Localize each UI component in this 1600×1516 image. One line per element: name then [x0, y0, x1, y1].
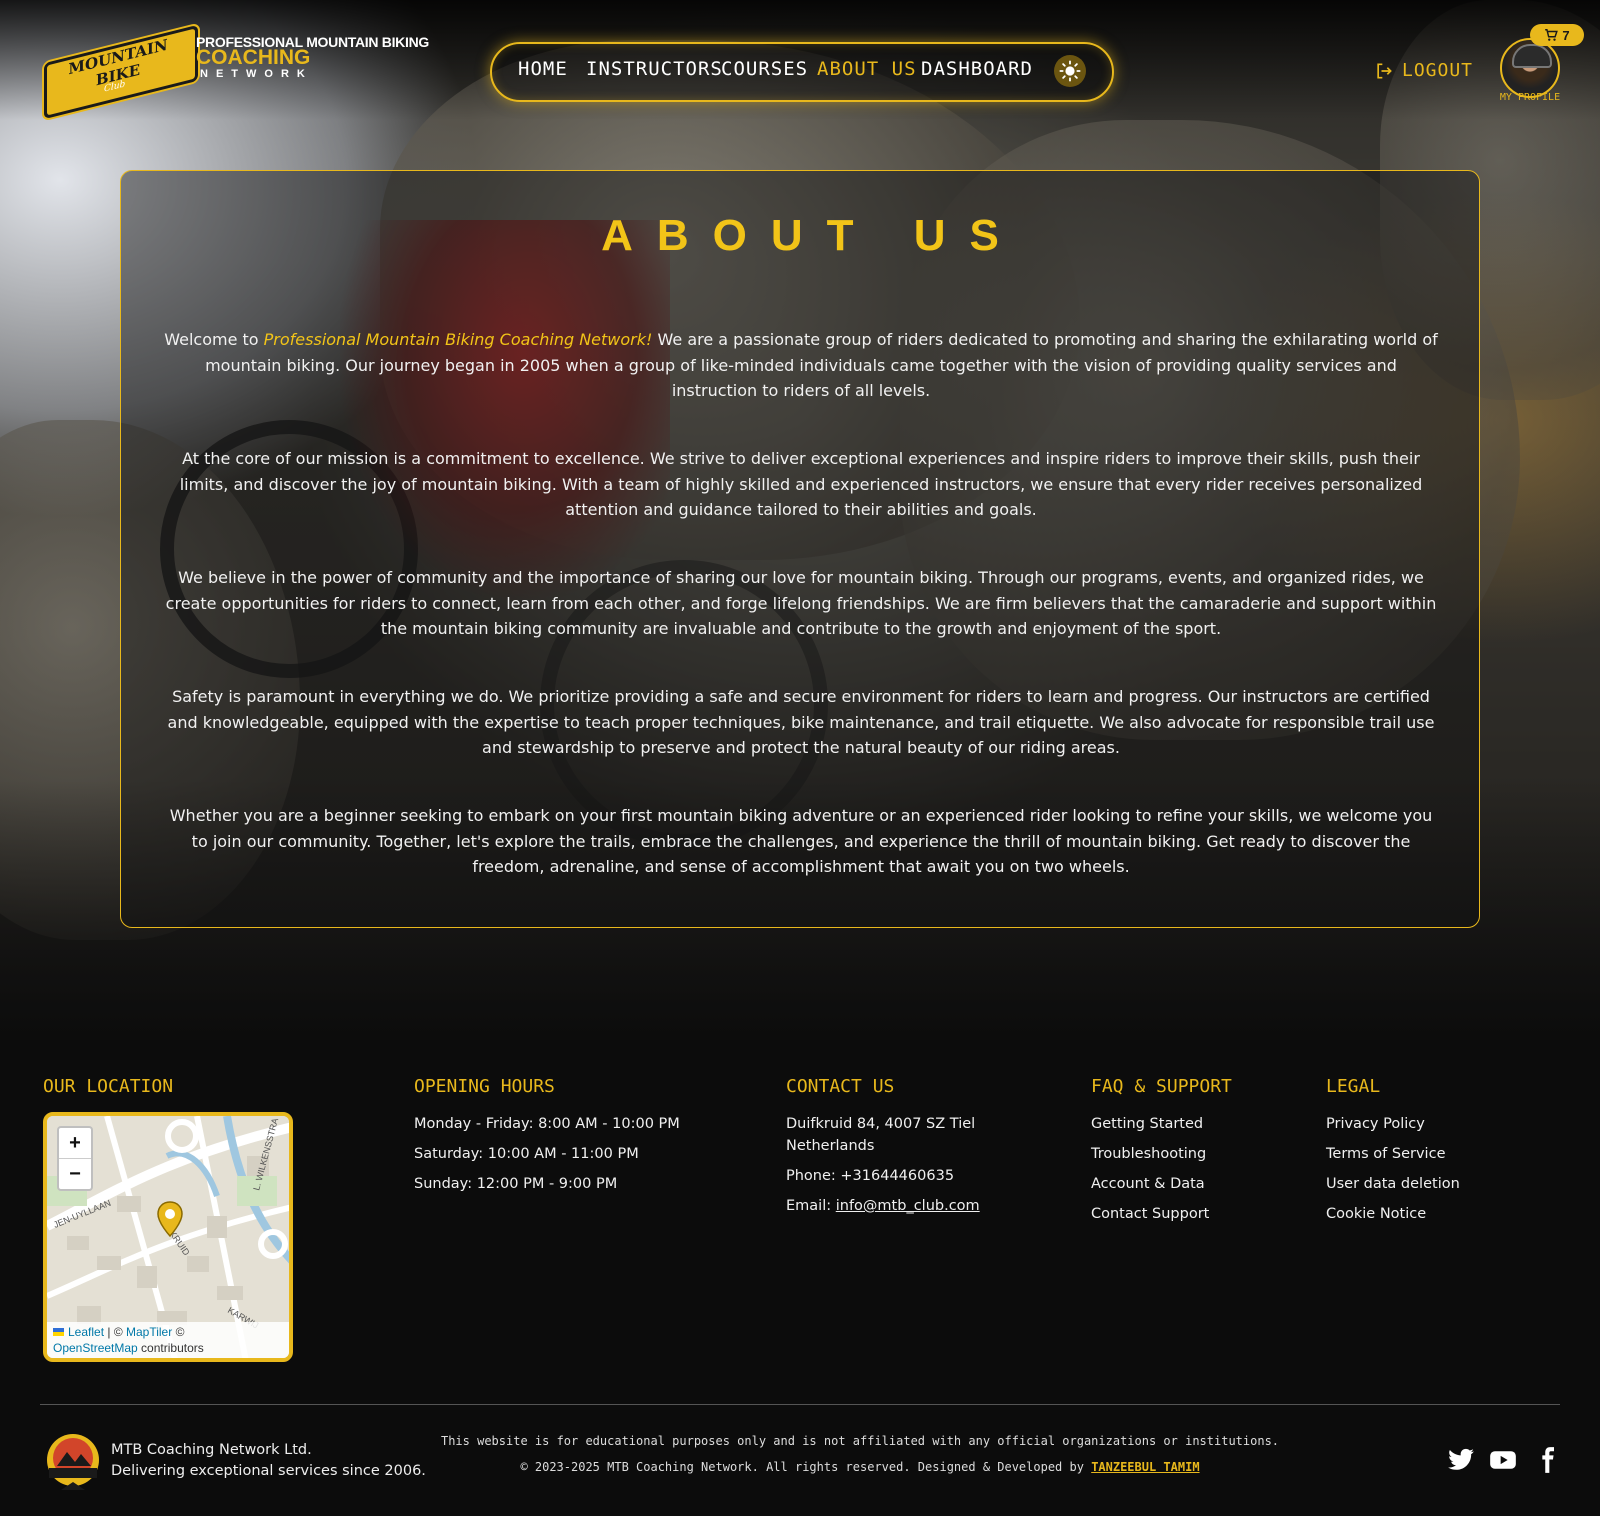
hours-weekday: Monday - Friday: 8:00 AM - 10:00 PM: [414, 1116, 680, 1132]
contact-address-line1: Duifkruid 84, 4007 SZ Tiel: [786, 1116, 976, 1132]
cart-button[interactable]: 7: [1530, 24, 1584, 46]
disclaimer-text: This website is for educational purposes…: [440, 1434, 1280, 1448]
about-paragraph-4: Safety is paramount in everything we do.…: [167, 687, 1435, 757]
twitter-link[interactable]: [1446, 1446, 1476, 1474]
youtube-link[interactable]: [1488, 1446, 1518, 1474]
about-paragraph-3: We believe in the power of community and…: [165, 568, 1437, 638]
hours-heading: OPENING HOURS: [414, 1076, 555, 1097]
contact-email-row: Email: info@mtb_club.com: [786, 1198, 980, 1214]
theme-toggle-button[interactable]: [1054, 55, 1086, 87]
nav-dashboard[interactable]: DASHBOARD: [921, 58, 1033, 80]
hours-saturday: Saturday: 10:00 AM - 11:00 PM: [414, 1146, 639, 1162]
footer-disclaimer: This website is for educational purposes…: [430, 1428, 1290, 1480]
location-heading: OUR LOCATION: [43, 1076, 174, 1097]
twitter-icon: [1448, 1448, 1474, 1470]
map-attribution: Leaflet | © MapTiler © OpenStreetMap cont…: [47, 1322, 289, 1358]
company-tagline: Delivering exceptional services since 20…: [111, 1463, 426, 1479]
site-logo[interactable]: MOUNTAIN BIKE Club PROFESSIONAL MOUNTAIN…: [44, 24, 444, 120]
ukraine-flag-icon: [53, 1328, 64, 1336]
legal-heading: LEGAL: [1326, 1076, 1381, 1097]
nav-home[interactable]: HOME: [518, 58, 568, 80]
nav-instructors[interactable]: INSTRUCTORS: [586, 58, 723, 80]
footer-contact: CONTACT US Duifkruid 84, 4007 SZ Tiel Ne…: [786, 1076, 980, 1217]
brand-highlight: Professional Mountain Biking Coaching Ne…: [263, 330, 653, 349]
facebook-link[interactable]: [1532, 1446, 1562, 1474]
hours-sunday: Sunday: 12:00 PM - 9:00 PM: [414, 1176, 618, 1192]
nav-courses[interactable]: COURSES: [721, 58, 808, 80]
faq-link-contact-support[interactable]: Contact Support: [1091, 1206, 1209, 1222]
legal-link-privacy[interactable]: Privacy Policy: [1326, 1116, 1425, 1132]
profile-label[interactable]: MY PROFILE: [1490, 92, 1570, 103]
sun-icon: [1059, 60, 1081, 82]
developer-link[interactable]: TANZEEBUL TAMIM: [1091, 1460, 1199, 1474]
about-paragraph-1: Welcome to Professional Mountain Biking …: [164, 330, 1438, 400]
page-title: ABOUT US: [601, 211, 1023, 260]
location-map[interactable]: JEN-UYLLAAN L. WILKENSSTRA DUIFKRUID KAR…: [43, 1112, 293, 1362]
logo-title-line3: NETWORK: [200, 68, 313, 80]
legal-link-terms[interactable]: Terms of Service: [1326, 1146, 1445, 1162]
contact-heading: CONTACT US: [786, 1076, 895, 1097]
maptiler-link[interactable]: MapTiler: [126, 1325, 172, 1339]
cart-icon: [1545, 29, 1559, 41]
about-section: ABOUT US Welcome to Professional Mountai…: [120, 170, 1480, 928]
company-info: MTB Coaching Network Ltd. Delivering exc…: [111, 1440, 426, 1482]
legal-link-data-deletion[interactable]: User data deletion: [1326, 1176, 1460, 1192]
footer-hours: OPENING HOURS Monday - Friday: 8:00 AM -…: [414, 1076, 680, 1203]
logout-label: LOGOUT: [1402, 60, 1474, 81]
nav-about-us[interactable]: ABOUT US: [817, 58, 917, 80]
osm-link[interactable]: OpenStreetMap: [53, 1341, 138, 1355]
contact-address-line2: Netherlands: [786, 1138, 875, 1154]
contact-phone: Phone: +31644460635: [786, 1168, 955, 1184]
about-paragraph-5: Whether you are a beginner seeking to em…: [169, 806, 1433, 876]
profile-avatar[interactable]: [1500, 38, 1560, 98]
youtube-icon: [1490, 1451, 1516, 1469]
leaflet-link[interactable]: Leaflet: [68, 1325, 104, 1339]
faq-link-getting-started[interactable]: Getting Started: [1091, 1116, 1203, 1132]
legal-link-cookie-notice[interactable]: Cookie Notice: [1326, 1206, 1426, 1222]
map-pin-icon[interactable]: [157, 1201, 183, 1237]
footer-divider: [40, 1404, 1560, 1405]
faq-link-troubleshooting[interactable]: Troubleshooting: [1091, 1146, 1206, 1162]
map-zoom-control: + −: [57, 1126, 93, 1191]
footer-faq: FAQ & SUPPORT Getting Started Troublesho…: [1091, 1076, 1232, 1233]
main-nav: HOME INSTRUCTORS COURSES ABOUT US DASHBO…: [490, 42, 1114, 102]
faq-link-account-data[interactable]: Account & Data: [1091, 1176, 1205, 1192]
copyright-text: © 2023-2025 MTB Coaching Network. All ri…: [520, 1460, 1200, 1474]
faq-heading: FAQ & SUPPORT: [1091, 1076, 1232, 1097]
about-paragraph-2: At the core of our mission is a commitme…: [179, 449, 1423, 519]
logo-title-line2: COACHING: [196, 46, 311, 69]
facebook-icon: [1542, 1447, 1554, 1473]
footer-legal: LEGAL Privacy Policy Terms of Service Us…: [1326, 1076, 1460, 1233]
logout-button[interactable]: LOGOUT: [1374, 60, 1473, 81]
company-name: MTB Coaching Network Ltd.: [111, 1442, 312, 1458]
footer-location: OUR LOCATION: [43, 1076, 173, 1113]
footer-logo[interactable]: [43, 1432, 103, 1492]
map-zoom-in-button[interactable]: +: [59, 1128, 91, 1158]
contact-email-link[interactable]: info@mtb_club.com: [836, 1198, 980, 1214]
logout-icon: [1377, 63, 1392, 78]
map-zoom-out-button[interactable]: −: [59, 1158, 91, 1189]
cart-count: 7: [1562, 27, 1570, 43]
